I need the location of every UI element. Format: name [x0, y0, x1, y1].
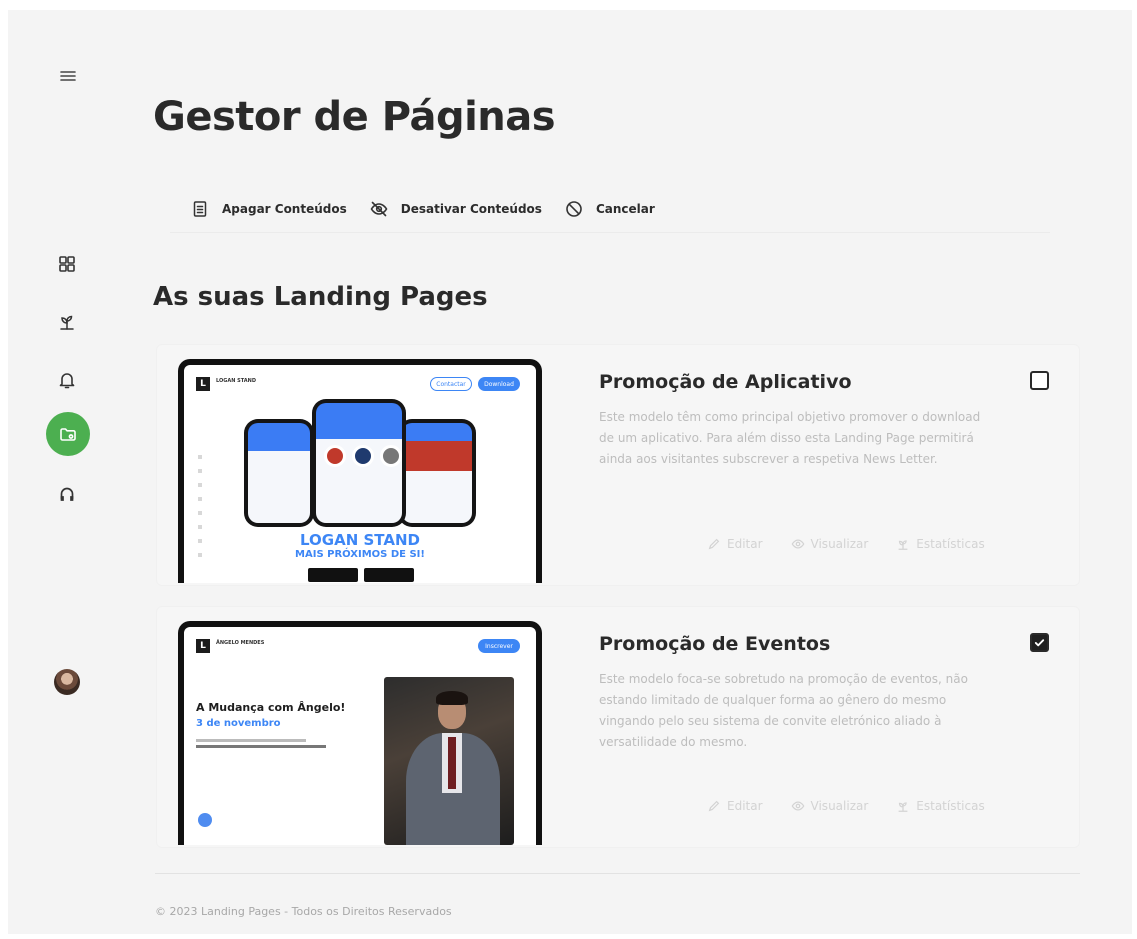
folder-settings-icon[interactable] [46, 412, 90, 456]
check-icon [1034, 639, 1045, 647]
block-icon [566, 201, 582, 217]
plant-icon[interactable] [55, 310, 79, 334]
preview-chat-bubble [198, 813, 212, 827]
bell-icon[interactable] [55, 368, 79, 392]
avatar[interactable] [54, 669, 80, 695]
edit-label: Editar [727, 537, 763, 551]
pencil-icon [708, 538, 720, 550]
view-label: Visualizar [810, 799, 869, 813]
card-title: Promoção de Eventos [599, 633, 831, 655]
preview-brand: ÂNGELO MENDES [216, 640, 265, 646]
section-title: As suas Landing Pages [153, 282, 488, 312]
landing-page-preview[interactable]: L LOGAN STAND Contactar Download LOGAN S… [178, 359, 542, 583]
disable-contents-label: Desativar Conteúdos [400, 202, 542, 216]
phone-mockup-right [398, 419, 476, 527]
toolbar-divider [170, 232, 1050, 233]
disable-contents-button[interactable]: Desativar Conteúdos [369, 199, 542, 219]
pencil-icon [708, 800, 720, 812]
preview-register-pill: Inscrever [478, 639, 520, 653]
plant-icon [898, 540, 908, 550]
bulk-actions-toolbar: Apagar Conteúdos Desativar Conteúdos Can… [190, 199, 655, 219]
edit-button[interactable]: Editar [707, 537, 763, 551]
view-button[interactable]: Visualizar [791, 537, 869, 551]
edit-label: Editar [727, 799, 763, 813]
phone-mockup-left [244, 419, 314, 527]
view-button[interactable]: Visualizar [791, 799, 869, 813]
document-icon [193, 201, 207, 217]
stats-label: Estatísticas [916, 799, 985, 813]
landing-page-preview[interactable]: L ÂNGELO MENDES Inscrever A Mudança com … [178, 621, 542, 845]
card-title: Promoção de Aplicativo [599, 371, 852, 393]
footer-divider [155, 873, 1080, 874]
delete-contents-button[interactable]: Apagar Conteúdos [190, 199, 347, 219]
speaker-photo [384, 677, 514, 845]
dashboard-icon[interactable] [55, 252, 79, 276]
landing-page-card: L ÂNGELO MENDES Inscrever A Mudança com … [156, 606, 1080, 848]
preview-text-line [196, 739, 306, 742]
eye-icon [791, 801, 804, 811]
select-checkbox[interactable] [1030, 371, 1049, 390]
page-title: Gestor de Páginas [153, 94, 556, 140]
stats-button[interactable]: Estatísticas [896, 537, 985, 551]
support-icon[interactable] [55, 482, 79, 506]
cancel-button[interactable]: Cancelar [564, 199, 655, 219]
preview-date: 3 de novembro [196, 718, 281, 729]
plant-icon [898, 802, 908, 812]
view-label: Visualizar [810, 537, 869, 551]
preview-headline: A Mudança com Ângelo! [196, 701, 346, 714]
preview-logo: L [196, 639, 210, 653]
select-checkbox[interactable] [1030, 633, 1049, 652]
preview-download-pill: Download [478, 377, 520, 391]
preview-text-line [196, 745, 326, 748]
menu-icon[interactable] [56, 64, 80, 88]
preview-headline: LOGAN STAND [300, 531, 420, 549]
stats-label: Estatísticas [916, 537, 985, 551]
preview-logo: L [196, 377, 210, 391]
preview-contact-pill: Contactar [430, 377, 472, 391]
eye-off-icon [370, 201, 388, 217]
edit-button[interactable]: Editar [707, 799, 763, 813]
delete-contents-label: Apagar Conteúdos [222, 202, 347, 216]
eye-icon [791, 539, 804, 549]
landing-page-card: L LOGAN STAND Contactar Download LOGAN S… [156, 344, 1080, 586]
app-store-badge [308, 568, 358, 582]
stats-button[interactable]: Estatísticas [896, 799, 985, 813]
card-description: Este modelo foca-se sobretudo na promoçã… [599, 672, 968, 749]
preview-brand: LOGAN STAND [216, 378, 256, 384]
cancel-label: Cancelar [595, 202, 655, 216]
phone-mockup-center [312, 399, 406, 527]
play-store-badge [364, 568, 414, 582]
footer-copyright: © 2023 Landing Pages - Todos os Direitos… [155, 905, 452, 918]
card-description: Este modelo têm como principal objetivo … [599, 410, 981, 466]
preview-subheadline: MAIS PRÓXIMOS DE SI! [295, 549, 425, 560]
